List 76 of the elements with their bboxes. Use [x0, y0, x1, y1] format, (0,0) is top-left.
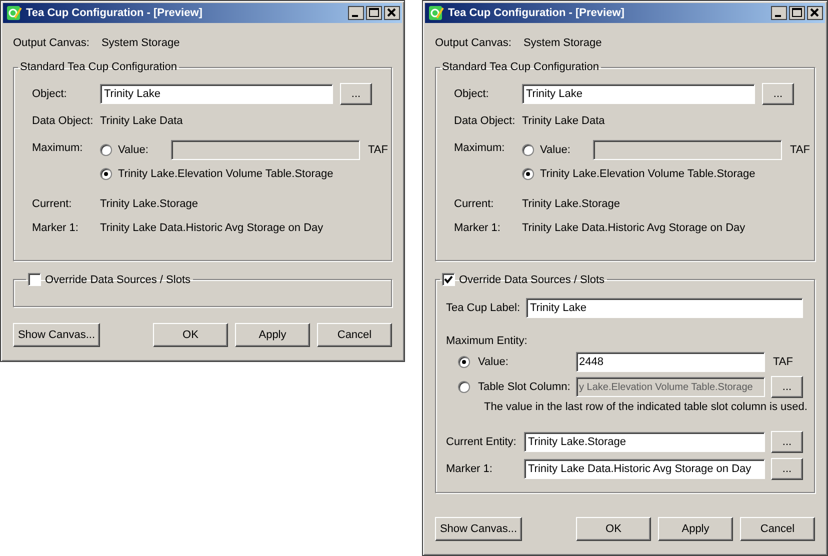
field-value: Trinity Lake Data — [100, 115, 183, 127]
dialog-button[interactable]: OK — [153, 323, 228, 347]
window-title: Tea Cup Configuration - [Preview] — [26, 7, 202, 19]
field-value: Trinity Lake Data.Historic Avg Storage on Day — [100, 222, 324, 234]
entity-field[interactable]: Trinity Lake Data.Historic Avg Storage on Day — [524, 459, 765, 479]
field-label: Object: — [32, 88, 68, 100]
browse-button[interactable]: ... — [771, 431, 803, 453]
close-icon[interactable] — [384, 6, 400, 20]
radio-button[interactable] — [458, 356, 470, 368]
app-icon — [6, 5, 22, 21]
option-label: Trinity Lake.Elevation Volume Table.Storage — [540, 168, 756, 180]
field-value: System Storage — [101, 37, 180, 49]
object-field[interactable]: Trinity Lake — [522, 84, 755, 104]
option-label: Value: — [540, 144, 572, 156]
browse-button[interactable]: ... — [762, 83, 794, 105]
field-label: Current: — [32, 198, 73, 210]
checkbox-label: Override Data Sources / Slots — [459, 274, 605, 286]
label-field[interactable]: Trinity Lake — [526, 298, 803, 318]
field-label: Output Canvas: — [13, 37, 90, 49]
dialog-button[interactable]: Cancel — [740, 517, 815, 541]
checkbox-label: Override Data Sources / Slots — [45, 274, 191, 286]
field-label: Marker 1: — [32, 222, 80, 234]
option-label: Value: — [478, 356, 510, 368]
value-field[interactable] — [171, 140, 360, 160]
field-label: Data Object: — [32, 115, 94, 127]
unit-label: TAF — [773, 356, 793, 368]
field-label: Marker 1: — [454, 222, 502, 234]
object-field[interactable]: Trinity Lake — [100, 84, 333, 104]
browse-button[interactable]: ... — [771, 458, 803, 480]
field-label: Marker 1: — [446, 463, 494, 475]
browse-button[interactable]: ... — [340, 83, 372, 105]
hint-text: The value in the last row of the indicated table slot column is used. — [483, 400, 804, 415]
dialog-button[interactable]: Cancel — [317, 323, 392, 347]
option-label: Trinity Lake.Elevation Volume Table.Storage — [118, 168, 334, 180]
unit-label: TAF — [368, 144, 388, 156]
field-label: Maximum: — [454, 141, 506, 154]
field-value: Trinity Lake.Storage — [100, 198, 198, 210]
value-field[interactable] — [593, 140, 782, 160]
radio-button[interactable] — [522, 168, 534, 180]
show-canvas-button[interactable]: Show Canvas... — [13, 323, 100, 347]
app-icon — [428, 5, 444, 21]
field-label: Current: — [454, 198, 495, 210]
group-title: Standard Tea Cup Configuration — [19, 61, 178, 73]
dialog-button[interactable]: Apply — [235, 323, 310, 347]
check-icon — [444, 275, 453, 284]
minimize-icon[interactable] — [771, 6, 787, 20]
radio-button[interactable] — [100, 144, 112, 156]
dialog-button[interactable]: Apply — [658, 517, 733, 541]
field-label: Maximum: — [32, 141, 84, 154]
field-label: Tea Cup Label: — [446, 302, 520, 314]
field-value: System Storage — [523, 37, 602, 49]
option-label: Table Slot Column: — [478, 381, 572, 393]
window-title: Tea Cup Configuration - [Preview] — [448, 7, 624, 19]
field-value: Trinity Lake Data.Historic Avg Storage on Day — [522, 222, 746, 234]
entity-field[interactable]: Trinity Lake.Storage — [524, 432, 765, 452]
maximize-icon[interactable] — [366, 6, 382, 20]
checkbox[interactable] — [442, 273, 455, 286]
field-label: Current Entity: — [446, 436, 518, 448]
radio-button[interactable] — [100, 168, 112, 180]
minimize-icon[interactable] — [348, 6, 364, 20]
value-field[interactable]: 2448 — [576, 352, 765, 372]
checkbox[interactable] — [28, 273, 41, 286]
field-label: Maximum Entity: — [446, 334, 528, 348]
close-icon[interactable] — [807, 6, 823, 20]
maximize-icon[interactable] — [789, 6, 805, 20]
show-canvas-button[interactable]: Show Canvas... — [435, 517, 522, 541]
field-value: Trinity Lake Data — [522, 115, 605, 127]
group-title: Standard Tea Cup Configuration — [441, 61, 600, 73]
option-label: Value: — [118, 144, 150, 156]
field-label: Data Object: — [454, 115, 516, 127]
field-label: Object: — [454, 88, 490, 100]
radio-button[interactable] — [522, 144, 534, 156]
unit-label: TAF — [790, 144, 810, 156]
dialog-button[interactable]: OK — [576, 517, 651, 541]
field-value: Trinity Lake.Storage — [522, 198, 620, 210]
field-label: Output Canvas: — [435, 37, 512, 49]
